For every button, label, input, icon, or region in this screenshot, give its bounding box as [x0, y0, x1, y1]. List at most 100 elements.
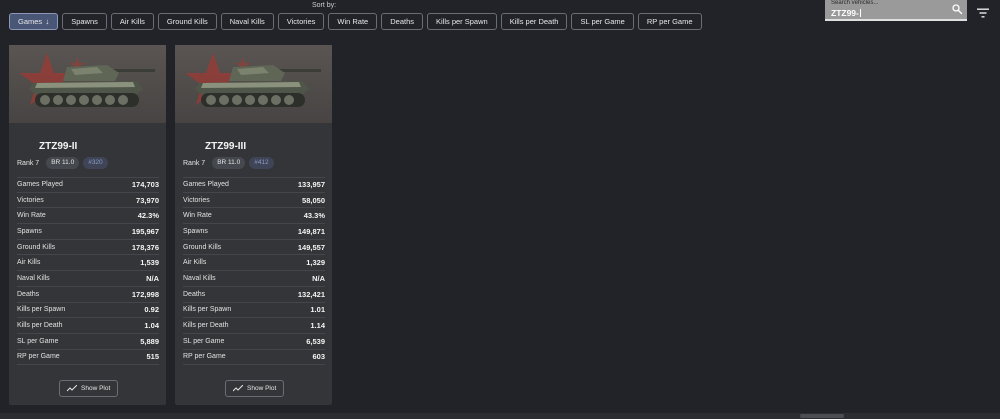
sort-button-kills-per-death[interactable]: Kills per Death — [500, 13, 568, 30]
stat-row: Spawns 195,967 — [17, 224, 159, 240]
stat-label: Victories — [17, 196, 44, 204]
sort-button-label: Win Rate — [337, 17, 369, 26]
stat-row: Victories 58,050 — [183, 193, 325, 209]
stat-label: Games Played — [17, 181, 63, 189]
stat-label: Ground Kills — [183, 243, 222, 251]
stat-value: 43.3% — [303, 211, 325, 221]
vehicle-card: ZTZ99-III Rank 7 BR 11.0 #412 Games Play… — [175, 45, 332, 405]
sort-button-spawns[interactable]: Spawns — [62, 13, 107, 30]
vehicle-meta: Rank 7 BR 11.0 #412 — [183, 157, 274, 169]
stat-value: 149,871 — [297, 226, 325, 236]
sort-button-label: Naval Kills — [229, 17, 265, 26]
br-badge: BR 11.0 — [212, 157, 246, 169]
stat-label: Win Rate — [183, 212, 212, 220]
stat-row: Win Rate 43.3% — [183, 208, 325, 225]
stat-value: N/A — [146, 273, 159, 283]
stat-label: Games Played — [183, 181, 229, 189]
show-plot-label: Show Plot — [81, 385, 111, 392]
stat-row: Games Played 133,957 — [183, 177, 325, 193]
index-badge: #320 — [83, 157, 108, 169]
stat-value: 172,998 — [131, 289, 159, 299]
filter-icon[interactable] — [977, 8, 989, 18]
stat-label: RP per Game — [183, 353, 226, 361]
stat-label: Naval Kills — [183, 274, 216, 282]
stat-label: Win Rate — [17, 212, 46, 220]
stat-row: Naval Kills N/A — [183, 271, 325, 287]
stat-value: 73,970 — [136, 195, 159, 205]
vehicle-name: ZTZ99-III — [205, 141, 247, 152]
tank-icon — [195, 65, 321, 107]
sort-button-naval-kills[interactable]: Naval Kills — [220, 13, 274, 30]
search-icon[interactable] — [951, 3, 963, 15]
stat-label: Spawns — [17, 227, 42, 235]
stat-value: 1,539 — [140, 258, 159, 268]
stat-label: SL per Game — [183, 337, 225, 345]
sort-label: Sort by: — [312, 2, 337, 9]
stat-row: Victories 73,970 — [17, 193, 159, 209]
vehicle-name: ZTZ99-II — [39, 141, 78, 152]
br-badge: BR 11.0 — [46, 157, 80, 169]
stat-value: 178,376 — [131, 242, 159, 252]
sort-button-label: Ground Kills — [166, 17, 208, 26]
sort-button-label: Kills per Spawn — [436, 17, 488, 26]
stat-value: 174,703 — [131, 180, 159, 190]
sort-button-win-rate[interactable]: Win Rate — [328, 13, 378, 30]
stat-value: 195,967 — [131, 226, 159, 236]
stat-value: 0.92 — [144, 305, 159, 315]
stat-value: N/A — [312, 273, 325, 283]
search-placeholder: Search vehicles... — [831, 0, 879, 6]
sort-button-label: SL per Game — [580, 17, 625, 26]
stat-label: RP per Game — [17, 353, 60, 361]
trend-line-icon — [233, 385, 243, 392]
sort-button-games[interactable]: Games ↓ — [9, 13, 59, 30]
sort-button-ground-kills[interactable]: Ground Kills — [157, 13, 217, 30]
stat-row: Ground Kills 178,376 — [17, 240, 159, 256]
sort-button-label: Spawns — [71, 17, 98, 26]
horizontal-scrollbar[interactable] — [0, 413, 1000, 419]
stat-label: Kills per Death — [17, 322, 63, 330]
stat-value: 149,557 — [297, 242, 325, 252]
sort-button-label: Kills per Death — [509, 17, 559, 26]
search-box[interactable]: Search vehicles... ZTZ99- — [825, 0, 967, 21]
sort-button-rp-per-game[interactable]: RP per Game — [637, 13, 702, 30]
stat-row: Air Kills 1,329 — [183, 255, 325, 272]
sort-button-victories[interactable]: Victories — [277, 13, 325, 30]
show-plot-label: Show Plot — [247, 385, 277, 392]
stat-row: SL per Game 6,539 — [183, 334, 325, 350]
stat-row: SL per Game 5,889 — [17, 334, 159, 350]
stats-table: Games Played 133,957 Victories 58,050 Win … — [183, 177, 325, 366]
stat-value: 1.01 — [310, 305, 325, 315]
show-plot-button[interactable]: Show Plot — [59, 380, 119, 397]
stat-row: RP per Game 603 — [183, 350, 325, 366]
stat-label: Spawns — [183, 227, 208, 235]
stat-row: Spawns 149,871 — [183, 224, 325, 240]
vehicle-card: ZTZ99-II Rank 7 BR 11.0 #320 Games Playe… — [9, 45, 166, 405]
vehicle-meta: Rank 7 BR 11.0 #320 — [17, 157, 108, 169]
stat-row: Air Kills 1,539 — [17, 255, 159, 272]
stat-label: Air Kills — [183, 259, 207, 267]
rank-label: Rank 7 — [183, 159, 206, 167]
stat-row: Kills per Spawn 0.92 — [17, 303, 159, 319]
stat-row: Kills per Spawn 1.01 — [183, 303, 325, 319]
stat-label: Deaths — [17, 290, 40, 298]
stat-value: 1.14 — [310, 321, 325, 331]
search-input[interactable]: ZTZ99- — [831, 8, 861, 18]
sort-bar: Games ↓ Spawns Air Kills Ground Kills Naval K… — [9, 13, 702, 30]
stat-label: Deaths — [183, 290, 206, 298]
vehicle-image — [175, 45, 332, 123]
stat-label: Victories — [183, 196, 210, 204]
stat-value: 603 — [312, 352, 325, 362]
stat-value: 133,957 — [297, 180, 325, 190]
stat-label: Kills per Spawn — [17, 306, 66, 314]
stat-label: Kills per Spawn — [183, 306, 232, 314]
sort-button-sl-per-game[interactable]: SL per Game — [571, 13, 634, 30]
stat-value: 132,421 — [297, 289, 325, 299]
show-plot-button[interactable]: Show Plot — [225, 380, 285, 397]
stat-label: Ground Kills — [17, 243, 56, 251]
sort-button-deaths[interactable]: Deaths — [381, 13, 423, 30]
trend-line-icon — [67, 385, 77, 392]
sort-button-kills-per-spawn[interactable]: Kills per Spawn — [427, 13, 497, 30]
stat-value: 42.3% — [137, 211, 159, 221]
sort-button-air-kills[interactable]: Air Kills — [110, 13, 154, 30]
scrollbar-thumb[interactable] — [800, 414, 844, 418]
